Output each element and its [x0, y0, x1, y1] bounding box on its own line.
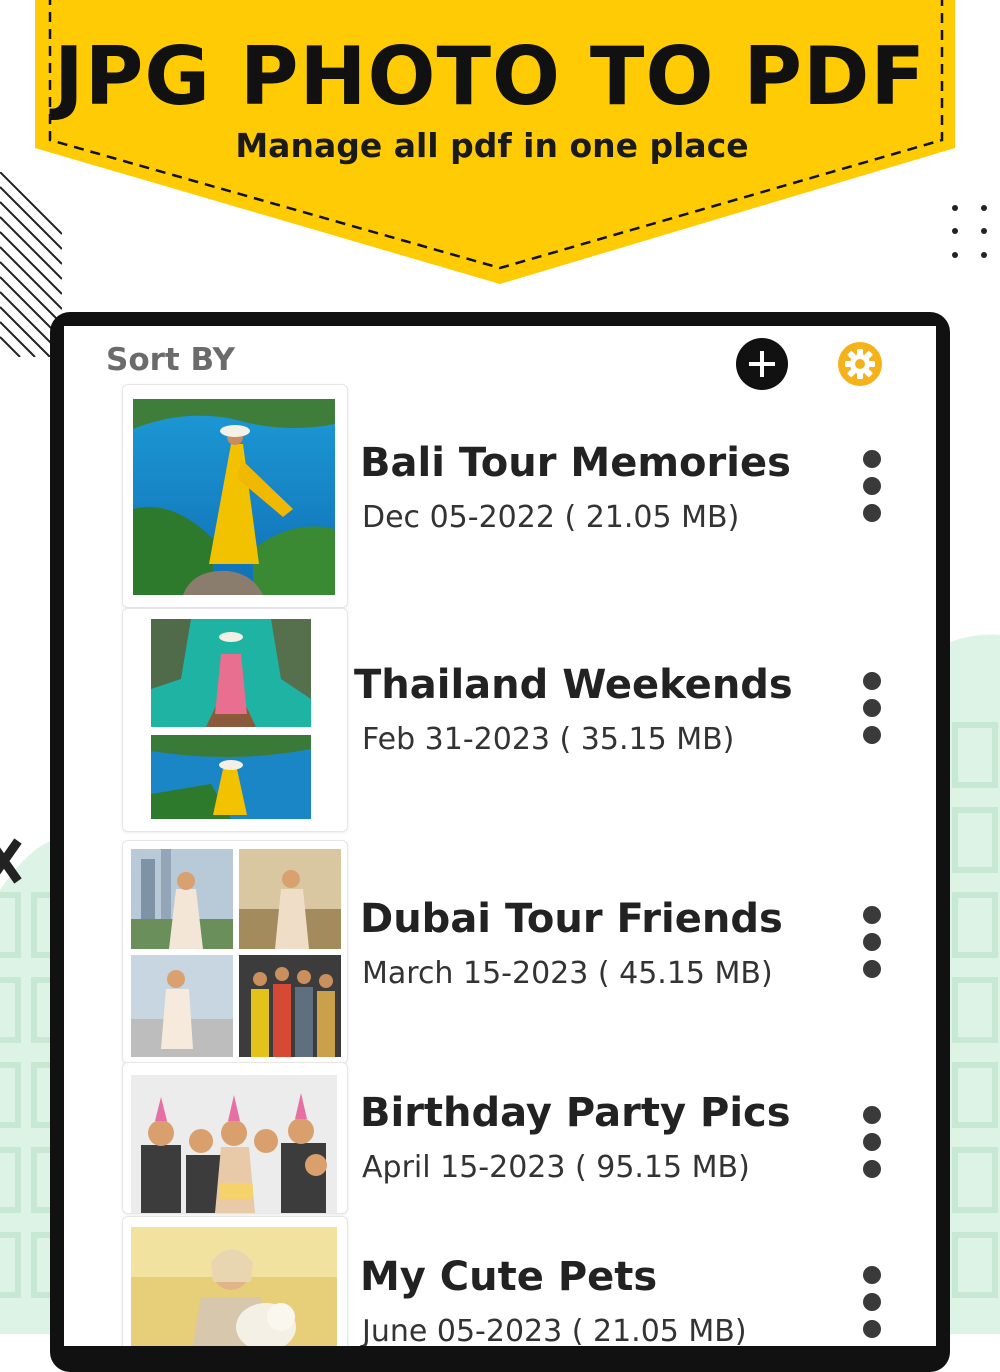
- list-item[interactable]: Birthday Party Pics April 15-2023 ( 95.1…: [64, 1062, 936, 1214]
- banner-title: JPG PHOTO TO PDF: [53, 30, 927, 123]
- more-options-icon[interactable]: [860, 1106, 884, 1186]
- file-thumbnail[interactable]: [122, 384, 348, 608]
- more-options-icon[interactable]: [860, 1266, 884, 1346]
- file-meta: June 05-2023 ( 21.05 MB): [362, 1314, 747, 1346]
- party-photo: [131, 1075, 337, 1213]
- file-thumbnail[interactable]: [122, 608, 348, 832]
- dubai-collage: [131, 849, 341, 1057]
- file-meta: Dec 05-2022 ( 21.05 MB): [362, 500, 740, 535]
- list-item[interactable]: Bali Tour Memories Dec 05-2022 ( 21.05 M…: [64, 384, 936, 608]
- add-pdf-button[interactable]: [736, 338, 788, 390]
- file-title: Birthday Party Pics: [360, 1090, 791, 1136]
- more-options-icon[interactable]: [860, 450, 884, 530]
- file-thumbnail[interactable]: [122, 1062, 348, 1214]
- file-title: Dubai Tour Friends: [360, 896, 783, 942]
- gear-icon[interactable]: [836, 340, 884, 388]
- app-screen: Sort BY Bali Tour Memories Dec 05-2022 (…: [64, 326, 936, 1346]
- cross-decoration: [0, 838, 22, 884]
- file-thumbnail[interactable]: [122, 1216, 348, 1346]
- file-thumbnail[interactable]: [122, 840, 348, 1064]
- more-options-icon[interactable]: [860, 672, 884, 752]
- file-title: My Cute Pets: [360, 1254, 658, 1300]
- list-item[interactable]: Thailand Weekends Feb 31-2023 ( 35.15 MB…: [64, 608, 936, 832]
- file-meta: Feb 31-2023 ( 35.15 MB): [362, 722, 735, 757]
- file-meta: April 15-2023 ( 95.15 MB): [362, 1150, 750, 1185]
- bali-photo: [133, 399, 335, 595]
- sort-by-button[interactable]: Sort BY: [106, 342, 235, 378]
- file-title: Thailand Weekends: [354, 662, 793, 708]
- thailand-collage: [151, 619, 311, 819]
- list-item[interactable]: Dubai Tour Friends March 15-2023 ( 45.15…: [64, 840, 936, 1064]
- banner-subtitle: Manage all pdf in one place: [235, 126, 749, 165]
- file-title: Bali Tour Memories: [360, 440, 791, 486]
- more-options-icon[interactable]: [860, 906, 884, 986]
- list-item[interactable]: My Cute Pets June 05-2023 ( 21.05 MB): [64, 1216, 936, 1346]
- file-meta: March 15-2023 ( 45.15 MB): [362, 956, 773, 991]
- pets-photo: [131, 1227, 337, 1346]
